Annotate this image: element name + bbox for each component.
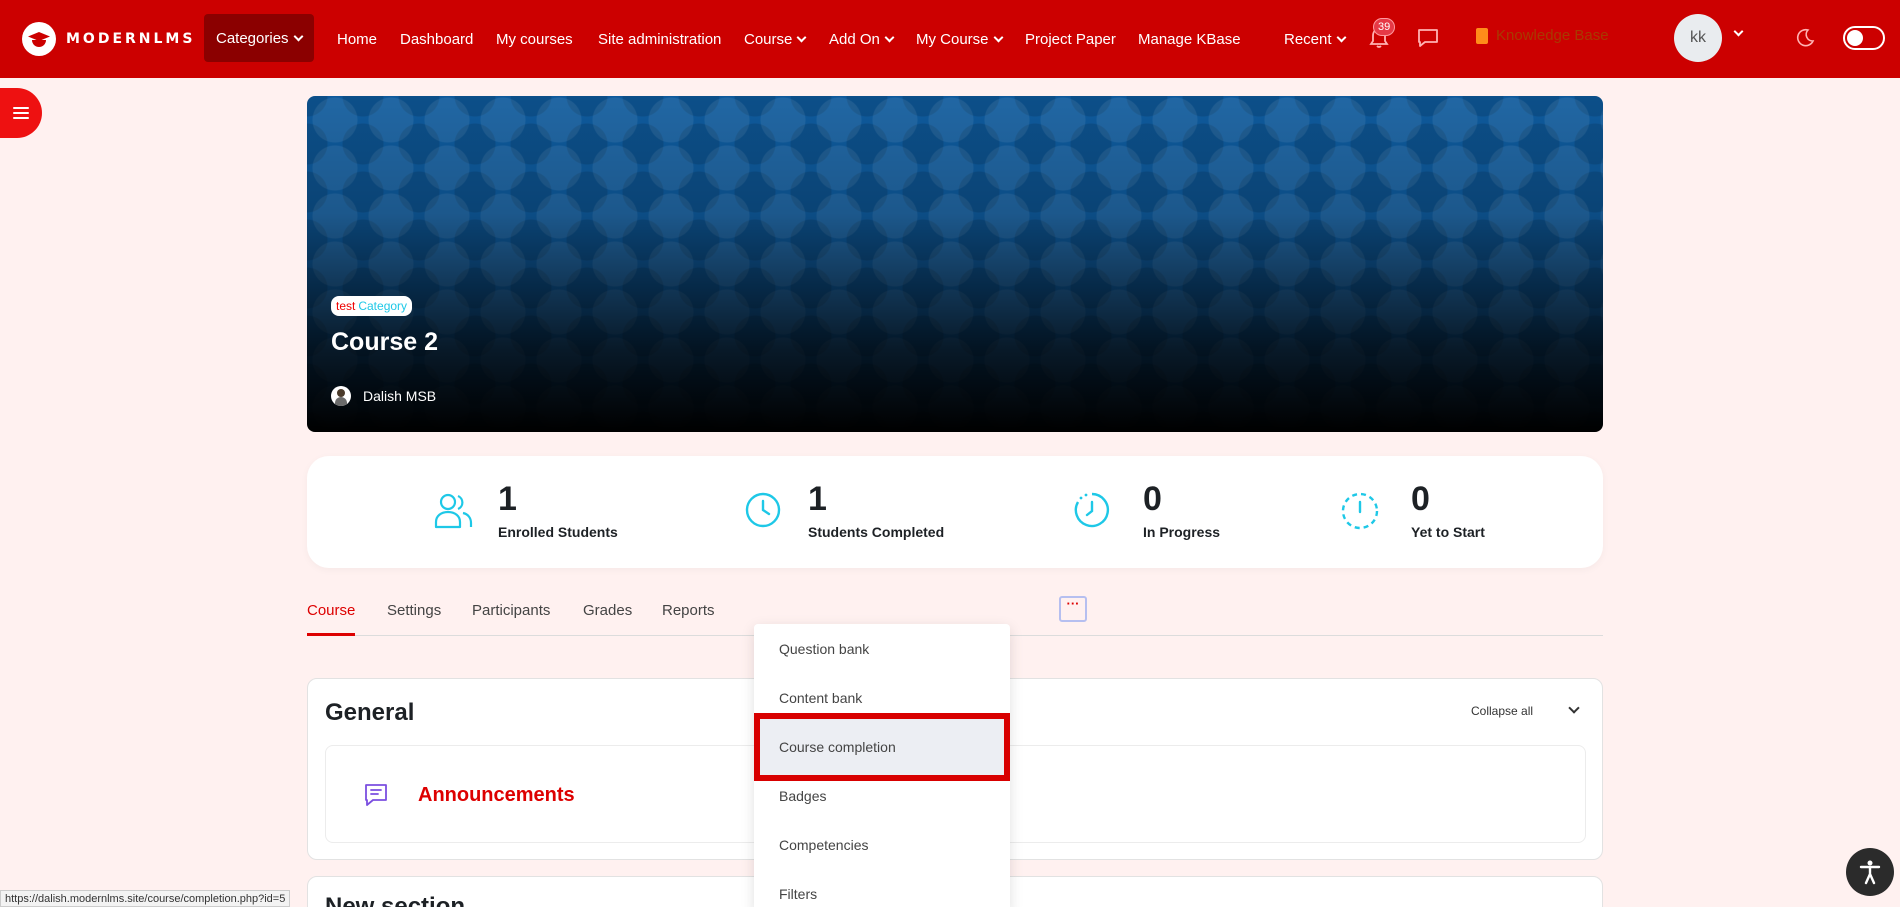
menu-item-competencies[interactable]: Competencies	[754, 820, 1010, 869]
menu-item-filters[interactable]: Filters	[754, 869, 1010, 907]
enrolled-students-count: 1	[498, 480, 517, 518]
nav-categories[interactable]: Categories	[204, 14, 314, 62]
nav-manage-kbase[interactable]: Manage KBase	[1138, 0, 1241, 78]
enrolled-students-label: Enrolled Students	[498, 524, 618, 540]
collapse-all-link[interactable]: Collapse all	[1471, 704, 1533, 718]
tab-grades[interactable]: Grades	[583, 602, 632, 619]
list-icon	[13, 107, 29, 119]
user-avatar[interactable]: kk	[1674, 14, 1722, 62]
brand-name: MODERNLMS	[66, 31, 196, 47]
nav-course[interactable]: Course	[744, 0, 807, 78]
chevron-down-icon	[293, 31, 303, 41]
category-prefix: test	[336, 299, 356, 313]
chevron-down-icon	[993, 32, 1003, 42]
accessibility-button[interactable]	[1846, 848, 1894, 896]
user-menu-chevron-icon[interactable]	[1733, 26, 1744, 37]
nav-add-on[interactable]: Add On	[829, 0, 895, 78]
menu-item-question-bank[interactable]: Question bank	[754, 624, 1010, 673]
chevron-down-icon[interactable]	[1568, 702, 1580, 714]
course-category-badge[interactable]: test Category	[331, 296, 413, 316]
nav-my-course[interactable]: My Course	[916, 0, 1003, 78]
dashed-clock-icon	[1341, 492, 1379, 530]
students-completed-count: 1	[808, 480, 827, 518]
chevron-down-icon	[884, 32, 895, 42]
nav-add-on-label: Add On	[829, 30, 880, 48]
nav-recent-label: Recent	[1284, 30, 1332, 48]
tab-participants[interactable]: Participants	[472, 602, 550, 619]
nav-recent[interactable]: Recent	[1284, 0, 1346, 78]
in-progress-label: In Progress	[1143, 524, 1221, 540]
course-stats-card: 1 Enrolled Students 1 Students Completed…	[307, 456, 1603, 568]
nav-site-administration[interactable]: Site administration	[598, 0, 721, 78]
course-hero-banner: test Category Course 2 Dalish MSB	[307, 96, 1603, 432]
course-author[interactable]: Dalish MSB	[331, 386, 436, 406]
tab-settings[interactable]: Settings	[387, 602, 441, 619]
accessibility-icon	[1859, 860, 1881, 885]
top-navbar: MODERNLMS Categories Home Dashboard My c…	[0, 0, 1900, 78]
forum-icon	[365, 784, 387, 806]
activity-name[interactable]: Announcements	[418, 784, 575, 807]
nav-my-courses[interactable]: My courses	[496, 0, 573, 78]
author-name: Dalish MSB	[363, 388, 437, 404]
nav-course-label: Course	[744, 30, 793, 48]
users-icon	[434, 493, 473, 529]
progress-clock-icon	[1074, 492, 1110, 528]
clock-icon	[745, 492, 781, 528]
section-general-title: General	[325, 699, 415, 726]
nav-dashboard[interactable]: Dashboard	[400, 0, 473, 78]
notification-count-badge: 39	[1373, 18, 1396, 36]
more-tabs-dropdown: Question bank Content bank Course comple…	[754, 624, 1010, 907]
graduation-cap-icon	[22, 22, 56, 56]
nav-home[interactable]: Home	[337, 0, 377, 78]
book-icon	[1476, 27, 1488, 44]
yet-to-start-label: Yet to Start	[1411, 524, 1485, 540]
status-bar-url: https://dalish.modernlms.site/course/com…	[0, 890, 291, 907]
dark-mode-toggle[interactable]	[1843, 26, 1885, 50]
drawer-toggle-button[interactable]	[0, 88, 42, 138]
nav-categories-label: Categories	[216, 29, 289, 47]
in-progress-count: 0	[1143, 480, 1162, 518]
nav-project-paper[interactable]: Project Paper	[1025, 0, 1116, 78]
brand-logo[interactable]: MODERNLMS	[22, 20, 195, 58]
active-tab-indicator	[307, 633, 355, 636]
chevron-down-icon	[796, 32, 807, 42]
students-completed-label: Students Completed	[808, 524, 945, 540]
chevron-down-icon	[1336, 32, 1346, 42]
tab-reports[interactable]: Reports	[662, 602, 715, 619]
knowledge-base-label: Knowledge Base	[1496, 27, 1609, 44]
nav-my-course-label: My Course	[916, 30, 989, 48]
knowledge-base-link[interactable]: Knowledge Base	[1476, 27, 1609, 44]
category-suffix: Category	[358, 299, 408, 313]
section-new-title: New section	[325, 893, 466, 907]
tab-course[interactable]: Course	[307, 602, 355, 619]
menu-item-badges[interactable]: Badges	[754, 771, 1010, 820]
course-title: Course 2	[331, 328, 438, 356]
more-tabs-button[interactable]: ···	[1059, 596, 1087, 622]
author-avatar	[331, 386, 351, 406]
chat-icon[interactable]	[1417, 28, 1439, 48]
yet-to-start-count: 0	[1411, 480, 1430, 518]
moon-icon[interactable]	[1794, 27, 1816, 49]
